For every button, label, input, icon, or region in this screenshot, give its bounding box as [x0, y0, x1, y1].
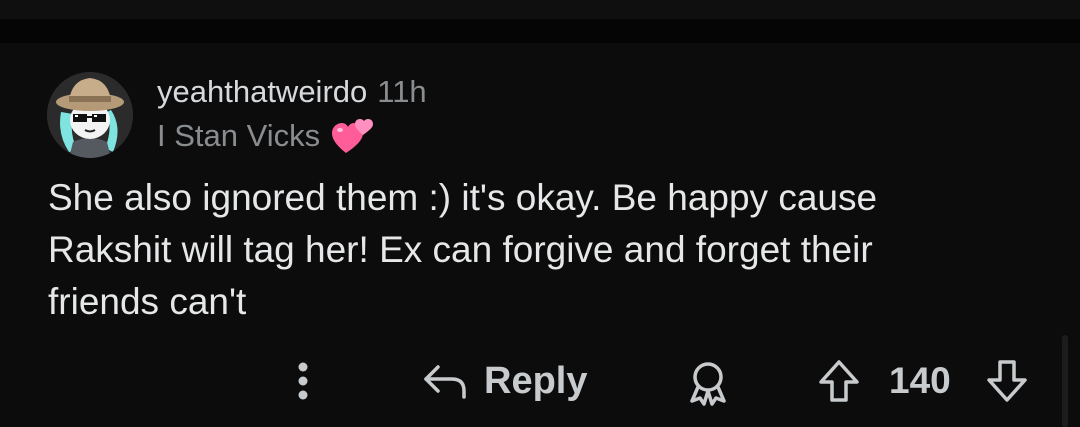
scrollbar[interactable] — [1062, 335, 1068, 427]
upvote-arrow-icon — [819, 360, 859, 402]
reply-label: Reply — [484, 359, 588, 402]
comment-actions: Reply 140 — [0, 345, 1080, 415]
avatar-image — [47, 72, 133, 158]
user-flair: I Stan Vicks — [157, 116, 374, 156]
reply-arrow-icon — [424, 365, 466, 399]
flair-text: I Stan Vicks — [157, 118, 321, 153]
timestamp: 11h — [377, 74, 427, 109]
upvote-button[interactable] — [815, 357, 863, 405]
award-button[interactable] — [683, 357, 733, 407]
more-options-button[interactable] — [283, 359, 323, 403]
comment-body: She also ignored them :) it's okay. Be h… — [48, 177, 878, 322]
downvote-arrow-icon — [987, 360, 1027, 402]
two-hearts-emoji-icon — [332, 117, 374, 155]
username[interactable]: yeahthatweirdo — [157, 74, 367, 110]
comment-screen: yeahthatweirdo 11h I Stan Vicks She also… — [0, 0, 1080, 427]
vote-score: 140 — [889, 360, 951, 401]
award-icon — [690, 362, 726, 406]
downvote-button[interactable] — [983, 357, 1031, 405]
previous-content-edge — [0, 0, 1080, 19]
thread-divider — [0, 19, 1080, 43]
avatar[interactable] — [47, 72, 133, 158]
comment-header: yeahthatweirdo 11h — [157, 74, 427, 114]
vertical-ellipsis-icon — [298, 362, 308, 400]
reply-button[interactable]: Reply — [420, 353, 587, 409]
